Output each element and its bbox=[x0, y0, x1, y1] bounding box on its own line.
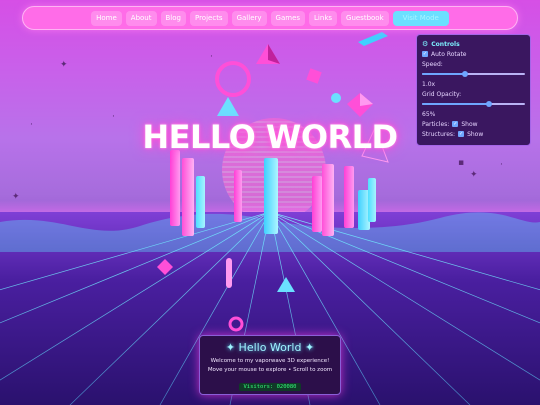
grid-opacity-slider-thumb[interactable] bbox=[485, 101, 492, 107]
speed-label: Speed: bbox=[422, 60, 443, 68]
structures-show-label: Show bbox=[467, 130, 484, 138]
nav-guestbook[interactable]: Guestbook bbox=[341, 10, 389, 26]
gear-icon: ⚙ bbox=[422, 40, 429, 48]
welcome-title: ✦ Hello World ✦ bbox=[225, 341, 315, 354]
speed-slider-thumb[interactable] bbox=[462, 71, 469, 77]
nav-games[interactable]: Games bbox=[270, 10, 306, 26]
grid-opacity-label: Grid Opacity: bbox=[422, 90, 462, 98]
nav-projects[interactable]: Projects bbox=[189, 10, 228, 26]
structures-checkbox[interactable]: ✓ bbox=[458, 131, 465, 137]
auto-rotate-label: Auto Rotate bbox=[431, 50, 467, 58]
particles-label: Particles: bbox=[422, 120, 450, 128]
controls-panel: ⚙ Controls ✓ Auto Rotate Speed: 1.0x Gri… bbox=[416, 34, 531, 146]
nav-links[interactable]: Links bbox=[309, 10, 338, 26]
particles-show-label: Show bbox=[461, 120, 478, 128]
welcome-line-1: Welcome to my vaporwave 3D experience! bbox=[210, 358, 330, 364]
welcome-line-2: Move your mouse to explore • Scroll to z… bbox=[207, 367, 333, 373]
particles-checkbox[interactable]: ✓ bbox=[452, 121, 459, 127]
auto-rotate-checkbox[interactable]: ✓ bbox=[422, 51, 428, 57]
nav-visit-mode[interactable]: Visit Mode bbox=[392, 10, 449, 26]
nav-home[interactable]: Home bbox=[91, 10, 122, 26]
speed-slider[interactable] bbox=[422, 69, 525, 79]
controls-title: Controls bbox=[431, 40, 460, 48]
grid-opacity-slider[interactable] bbox=[422, 99, 525, 109]
nav-gallery[interactable]: Gallery bbox=[231, 10, 267, 26]
grid-opacity-value: 65% bbox=[422, 110, 436, 118]
structures-label: Structures: bbox=[422, 130, 456, 138]
top-navbar: Home About Blog Projects Gallery Games L… bbox=[22, 6, 518, 30]
visitor-counter: Visitors: 020080 bbox=[238, 383, 302, 391]
nav-blog[interactable]: Blog bbox=[160, 10, 186, 26]
welcome-box: ✦ Hello World ✦ Welcome to my vaporwave … bbox=[199, 335, 341, 395]
nav-about[interactable]: About bbox=[125, 10, 157, 26]
speed-value: 1.0x bbox=[422, 80, 436, 88]
